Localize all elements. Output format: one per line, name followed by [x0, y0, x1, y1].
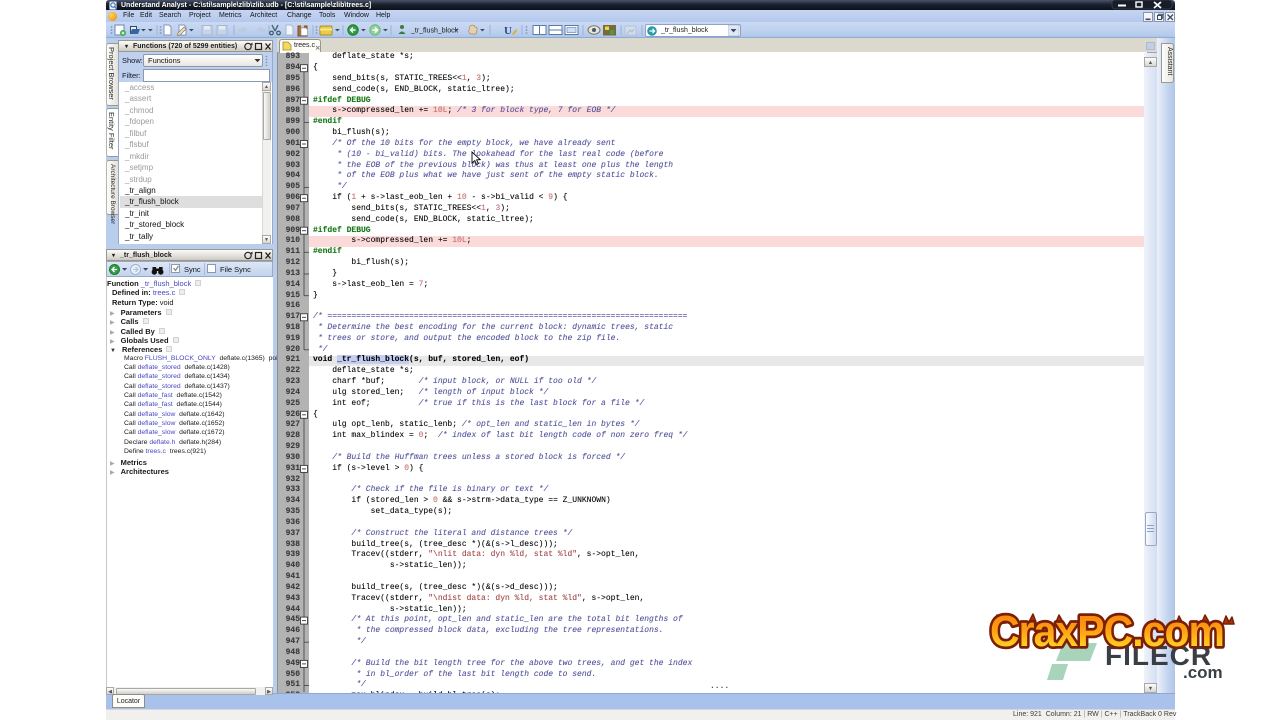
svg-text:CraxPC.com: CraxPC.com [990, 607, 1224, 656]
svg-text:U: U [504, 25, 512, 37]
svg-text:.com: .com [1183, 663, 1223, 682]
svg-text:_tr_flush_block: _tr_flush_block [410, 28, 459, 35]
